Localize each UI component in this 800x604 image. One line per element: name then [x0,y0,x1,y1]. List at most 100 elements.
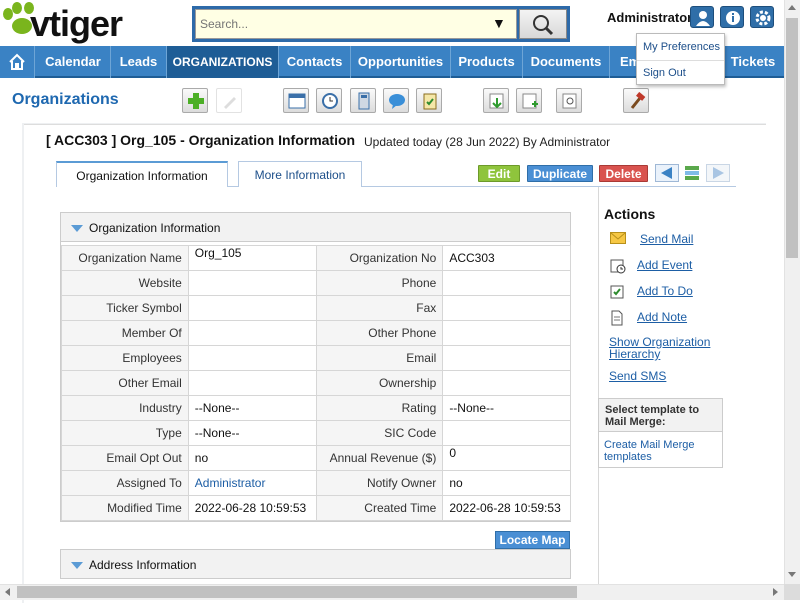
field-value[interactable]: ACC303 [442,245,571,271]
nav-leads[interactable]: Leads [111,46,166,78]
table-row: Email Opt Out no Annual Revenue ($) 0 [61,445,571,471]
clock-icon [322,93,338,109]
nav-documents[interactable]: Documents [523,46,609,78]
create-button[interactable] [182,88,208,113]
record-list-button[interactable] [682,164,704,182]
help-button[interactable] [720,6,744,28]
page-title[interactable]: Organizations [12,91,119,109]
hammer-icon [630,92,646,109]
settings-button[interactable] [750,6,774,28]
field-value[interactable] [442,370,571,396]
field-label: Notify Owner [315,470,444,496]
field-value[interactable]: 0 [442,445,571,471]
delete-button[interactable]: Delete [599,165,648,182]
field-value[interactable]: no [187,445,317,471]
user-name[interactable]: Administrator [607,10,692,25]
add-event-link[interactable]: Add Event [637,258,692,272]
field-value[interactable] [187,295,317,321]
block-header-organization-information[interactable]: Organization Information [60,212,571,242]
scroll-up-icon[interactable] [788,5,796,10]
search-button[interactable] [519,9,567,39]
tab-more-information[interactable]: More Information [238,161,362,187]
menu-item-my-preferences[interactable]: My Preferences [643,41,720,53]
field-label: Ticker Symbol [61,295,189,321]
calendar-tool-button[interactable] [283,88,309,113]
field-value[interactable] [442,420,571,446]
calculator-icon [358,92,370,110]
duplicate-button[interactable]: Duplicate [527,165,593,182]
scroll-down-icon[interactable] [788,572,796,577]
export-button[interactable] [516,88,542,113]
todo-icon [610,284,626,303]
field-value[interactable] [442,345,571,371]
block-header-address-information[interactable]: Address Information [60,549,571,579]
field-value[interactable] [442,295,571,321]
chat-tool-button[interactable] [383,88,409,113]
send-mail-link[interactable]: Send Mail [640,232,693,246]
home-icon [9,53,25,70]
field-label: Member Of [61,320,189,346]
field-label: Organization Name [61,245,189,271]
field-label: Other Phone [315,320,444,346]
field-label: Other Email [61,370,189,396]
nav-home[interactable] [0,46,34,78]
nav-calendar[interactable]: Calendar [36,46,110,78]
field-label: Annual Revenue ($) [315,445,444,471]
import-button[interactable] [483,88,509,113]
field-value[interactable] [442,320,571,346]
collapse-icon[interactable] [71,225,83,232]
nav-products[interactable]: Products [451,46,522,78]
field-label: Modified Time [61,495,189,521]
nav-opportunities[interactable]: Opportunities [351,46,450,78]
add-todo-link[interactable]: Add To Do [637,284,693,298]
menu-item-sign-out[interactable]: Sign Out [643,67,686,79]
search-input[interactable] [195,9,517,39]
field-value[interactable]: --None-- [187,420,317,446]
table-row: Organization Name Org_105 Organization No A… [61,245,571,271]
scroll-left-icon[interactable] [5,588,10,596]
horizontal-scroll-thumb[interactable] [17,586,577,598]
assigned-user-link[interactable]: Administrator [195,476,266,490]
search-dropdown-icon[interactable]: ▼ [492,15,506,31]
previous-record-button[interactable] [655,164,679,182]
nav-organizations[interactable]: ORGANIZATIONS [167,46,278,78]
nav-contacts[interactable]: Contacts [279,46,350,78]
next-record-button[interactable] [706,164,730,182]
clock-tool-button[interactable] [316,88,342,113]
vertical-scroll-thumb[interactable] [786,18,798,258]
field-value[interactable]: 2022-06-28 10:59:53 [187,495,317,521]
calculator-tool-button[interactable] [350,88,376,113]
show-organization-hierarchy-link[interactable]: Show Organization Hierarchy [609,336,729,360]
scroll-right-icon[interactable] [773,588,778,596]
field-value[interactable]: --None-- [442,395,571,421]
field-value[interactable]: Org_105 [187,245,317,271]
user-dropdown-menu: My Preferences Sign Out [636,33,725,85]
field-value[interactable] [442,270,571,296]
table-row: Industry --None-- Rating --None-- [61,395,571,421]
user-profile-button[interactable] [690,6,714,28]
tab-organization-information[interactable]: Organization Information [56,161,228,187]
collapse-icon[interactable] [71,562,83,569]
edit-button[interactable]: Edit [478,165,520,182]
add-note-link[interactable]: Add Note [637,310,687,324]
field-value[interactable] [187,345,317,371]
record-updated-info: Updated today (28 Jun 2022) By Administr… [364,135,611,149]
field-value[interactable]: --None-- [187,395,317,421]
field-value[interactable] [187,370,317,396]
locate-map-button[interactable]: Locate Map [495,531,570,549]
field-value[interactable]: Administrator [187,470,317,496]
tracker-tool-button[interactable] [416,88,442,113]
search-records-button[interactable] [216,88,242,113]
field-value[interactable]: 2022-06-28 10:59:53 [442,495,571,521]
arrow-right-icon [706,164,730,182]
send-sms-link[interactable]: Send SMS [609,370,729,382]
field-value[interactable] [187,320,317,346]
organization-fields-table: Organization Name Org_105 Organization No A… [61,245,571,521]
vtiger-logo[interactable]: vtiger [2,2,167,44]
create-mail-merge-templates-link[interactable]: Create Mail Merge templates [604,439,719,463]
field-value[interactable]: no [442,470,571,496]
field-value[interactable] [187,270,317,296]
settings-tool-button[interactable] [623,88,649,113]
nav-tickets[interactable]: Tickets [722,46,784,78]
find-duplicates-button[interactable] [556,88,582,113]
